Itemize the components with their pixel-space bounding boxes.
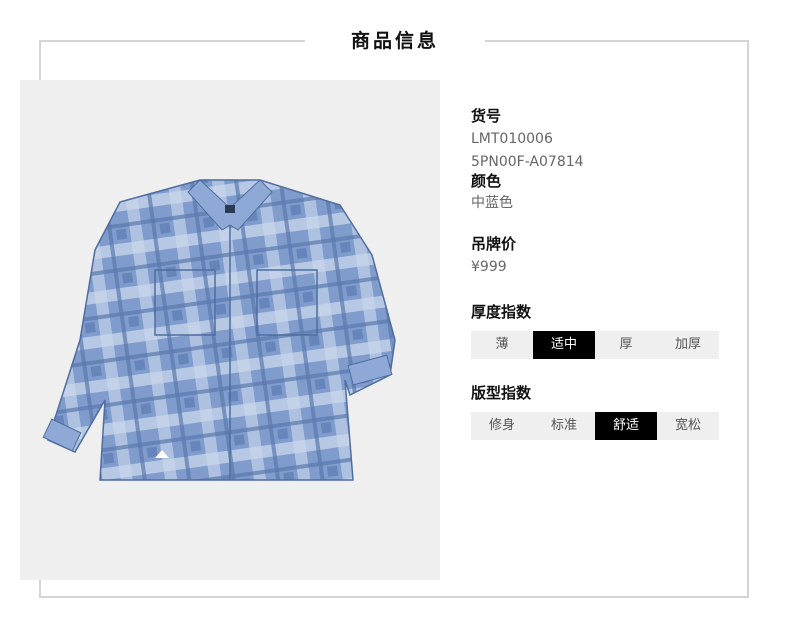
product-image bbox=[20, 80, 440, 580]
shirt-illustration bbox=[42, 179, 396, 481]
color-value: 中蓝色 bbox=[471, 195, 513, 211]
fit-option-comfort[interactable]: 舒适 bbox=[595, 412, 657, 440]
thickness-label: 厚度指数 bbox=[471, 303, 532, 321]
price-label: 吊牌价 bbox=[471, 235, 517, 253]
fit-label: 版型指数 bbox=[471, 384, 532, 402]
thickness-option-extra-thick[interactable]: 加厚 bbox=[657, 331, 719, 359]
fit-option-slim[interactable]: 修身 bbox=[471, 412, 533, 440]
section-title: 商品信息 bbox=[350, 30, 439, 52]
sku-line1: LMT010006 bbox=[471, 131, 553, 147]
fit-selector: 修身 标准 舒适 宽松 bbox=[471, 412, 719, 440]
sku-label: 货号 bbox=[471, 107, 502, 125]
fit-option-loose[interactable]: 宽松 bbox=[657, 412, 719, 440]
thickness-selector: 薄 适中 厚 加厚 bbox=[471, 331, 719, 359]
thickness-option-thick[interactable]: 厚 bbox=[595, 331, 657, 359]
thickness-option-medium[interactable]: 适中 bbox=[533, 331, 595, 359]
fit-option-standard[interactable]: 标准 bbox=[533, 412, 595, 440]
color-label: 颜色 bbox=[471, 172, 502, 190]
price-value: ¥999 bbox=[471, 259, 507, 275]
thickness-option-thin[interactable]: 薄 bbox=[471, 331, 533, 359]
